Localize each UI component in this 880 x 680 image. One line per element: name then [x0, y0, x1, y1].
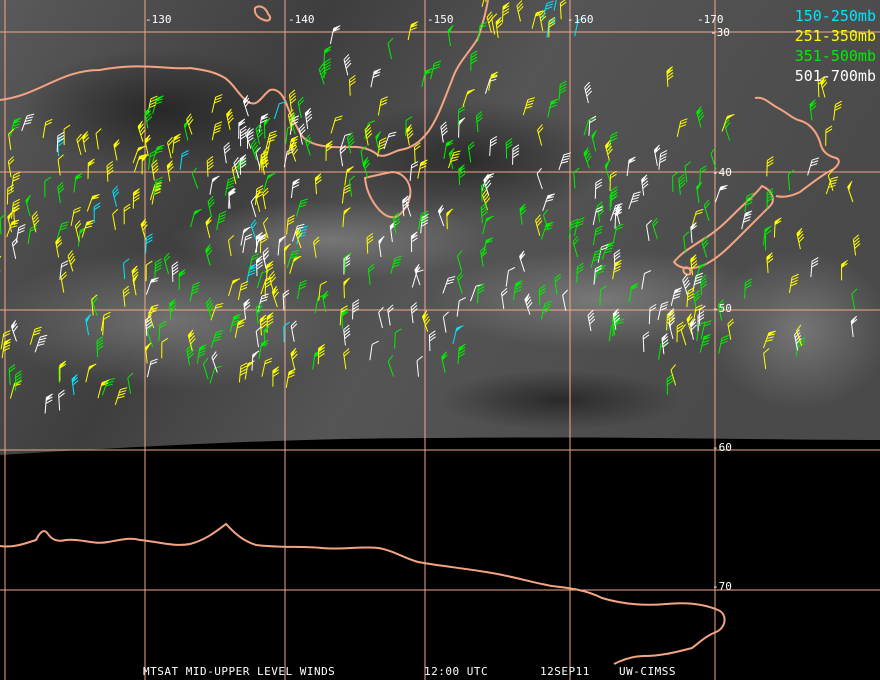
lat-label-70: -70 — [712, 580, 732, 593]
lon-label-140: -140 — [288, 13, 315, 26]
footer-time: 12:00 UTC — [424, 665, 489, 678]
legend-item-501-700: 501-700mb — [794, 67, 876, 85]
satellite-map: -130 -140 -150 -160 -170 -30 -40 -50 -60… — [0, 0, 880, 680]
lat-label-30: -30 — [710, 26, 730, 39]
legend-item-251-350: 251-350mb — [794, 27, 876, 45]
map-canvas — [0, 0, 880, 680]
lon-label-170: -170 — [697, 13, 724, 26]
lat-label-50: -50 — [712, 302, 732, 315]
legend-item-351-500: 351-500mb — [794, 47, 876, 65]
antarctica-coastline — [0, 522, 726, 665]
footer-source: UW-CIMSS — [619, 665, 676, 678]
lat-label-40: -40 — [712, 166, 732, 179]
legend-item-150-250: 150-250mb — [794, 7, 876, 25]
lat-label-60: -60 — [712, 441, 732, 454]
lon-label-150: -150 — [427, 13, 454, 26]
lon-label-160: -160 — [567, 13, 594, 26]
footer-date: 12SEP11 — [540, 665, 590, 678]
footer-product: MTSAT MID-UPPER LEVEL WINDS — [143, 665, 336, 678]
lon-label-130: -130 — [145, 13, 172, 26]
pressure-legend: 150-250mb 251-350mb 351-500mb 501-700mb — [795, 6, 876, 86]
